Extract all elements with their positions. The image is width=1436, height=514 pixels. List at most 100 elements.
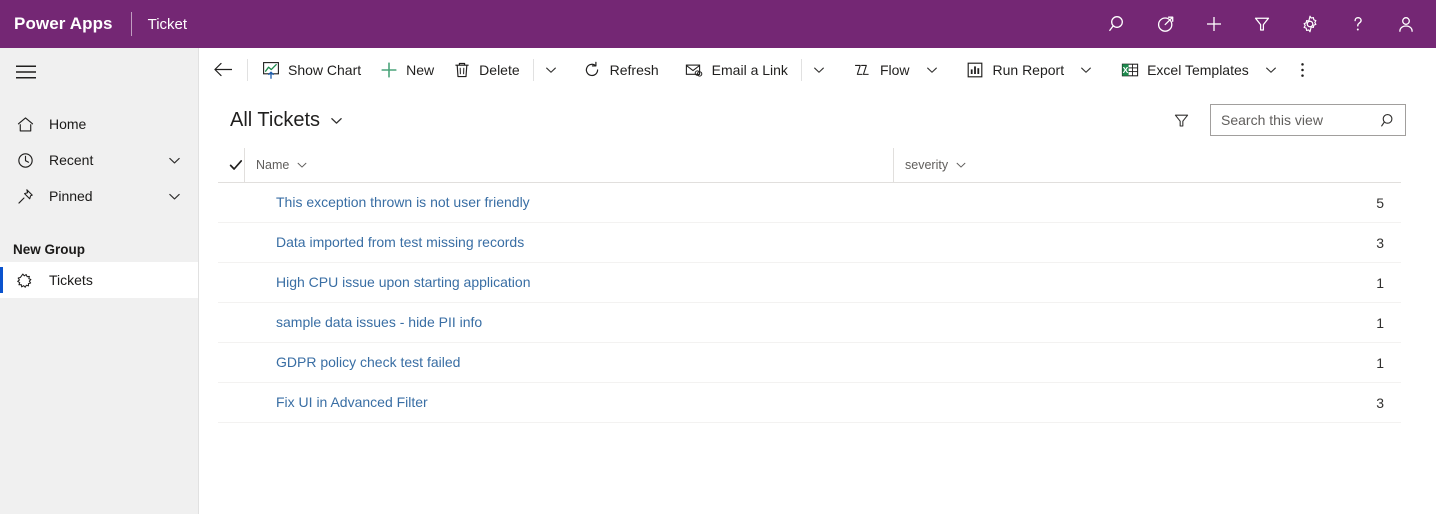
sidebar-item-recent[interactable]: Recent [0,142,198,178]
grid-header-row: Name severity [218,147,1401,183]
show-chart-button[interactable]: Show Chart [252,50,370,90]
chevron-down-icon [955,159,967,171]
view-selector[interactable]: All Tickets [230,103,348,137]
table-row[interactable]: Fix UI in Advanced Filter 3 [218,383,1401,423]
clock-icon [14,149,36,171]
sidebar-item-label: Pinned [49,188,93,204]
top-header-actions [1094,0,1436,48]
page-title: All Tickets [230,108,321,131]
trash-icon [452,60,471,79]
record-link[interactable]: sample data issues - hide PII info [276,314,482,330]
show-chart-label: Show Chart [288,61,362,78]
plus-icon[interactable] [1190,0,1238,48]
cell-name: High CPU issue upon starting application [244,274,893,292]
run-report-button[interactable]: Run Report [957,50,1074,90]
chevron-down-icon[interactable] [167,153,182,168]
search-icon[interactable] [1379,112,1397,129]
column-header-severity[interactable]: severity [893,147,1401,183]
refresh-button[interactable]: Refresh [574,50,668,90]
search-icon[interactable] [1094,0,1142,48]
hamburger-icon[interactable] [2,48,50,96]
refresh-icon [583,60,602,79]
powerapps-brand[interactable]: Power Apps [0,14,113,34]
command-divider [800,58,802,81]
table-row[interactable]: Data imported from test missing records 3 [218,223,1401,263]
column-header-name[interactable]: Name [244,147,893,183]
show-chart-icon [261,60,280,79]
record-link[interactable]: Data imported from test missing records [276,234,524,250]
more-commands-button[interactable] [1288,50,1318,90]
flow-chevron-down-icon[interactable] [919,50,945,90]
table-row[interactable]: This exception thrown is not user friend… [218,183,1401,223]
app-root: Power Apps Ticket Home Recent Pinned New… [0,0,1436,514]
email-a-link-chevron-down-icon[interactable] [806,50,832,90]
record-link[interactable]: Fix UI in Advanced Filter [276,394,428,410]
report-icon [966,60,985,79]
column-header-label: Name [256,158,290,172]
search-box[interactable] [1210,104,1406,136]
excel-templates-button[interactable]: X Excel Templates [1111,50,1258,90]
search-input[interactable] [1221,106,1379,134]
pin-icon [14,185,36,207]
svg-text:X: X [1122,65,1128,75]
delete-button[interactable]: Delete [443,50,528,90]
table-row[interactable]: sample data issues - hide PII info 1 [218,303,1401,343]
cell-severity: 3 [1376,394,1384,411]
app-title[interactable]: Ticket [148,16,187,33]
cell-name: sample data issues - hide PII info [244,314,893,332]
cell-severity: 1 [1376,274,1384,291]
flow-button[interactable]: Flow [844,50,919,90]
chevron-down-icon[interactable] [167,189,182,204]
filter-icon[interactable] [1165,104,1197,136]
excel-templates-label: Excel Templates [1147,61,1249,78]
sidebar-item-label: Home [49,116,87,132]
filter-icon[interactable] [1238,0,1286,48]
select-all-checkbox[interactable] [218,158,244,172]
excel-templates-chevron-down-icon[interactable] [1258,50,1284,90]
flow-label: Flow [879,61,910,78]
record-link[interactable]: High CPU issue upon starting application [276,274,530,290]
delete-label: Delete [479,61,520,78]
account-icon[interactable] [1382,0,1430,48]
home-icon [14,113,36,135]
record-link[interactable]: GDPR policy check test failed [276,354,460,370]
email-link-icon [685,60,704,79]
sidebar-item-home[interactable]: Home [0,106,198,142]
table-row[interactable]: High CPU issue upon starting application… [218,263,1401,303]
view-header: All Tickets [199,92,1436,148]
cell-severity: 1 [1376,314,1384,331]
run-report-chevron-down-icon[interactable] [1073,50,1099,90]
plus-green-icon [379,60,398,79]
excel-icon: X [1120,60,1139,79]
delete-chevron-down-icon[interactable] [538,50,564,90]
sidebar-item-pinned[interactable]: Pinned [0,178,198,214]
gear-icon[interactable] [1286,0,1334,48]
chevron-down-icon [329,113,344,128]
back-button[interactable] [203,48,243,92]
table-row[interactable]: GDPR policy check test failed 1 [218,343,1401,383]
sidebar-group-title: New Group [13,241,86,257]
cell-severity: 3 [1376,234,1384,251]
help-icon[interactable] [1334,0,1382,48]
entity-icon [14,269,36,291]
cell-name: Fix UI in Advanced Filter [244,394,893,412]
new-button[interactable]: New [370,50,443,90]
records-grid: Name severity This exception thrown is n… [218,147,1401,423]
brand-divider [130,12,132,36]
sidebar-item-label: Tickets [49,272,93,288]
sidebar-item-label: Recent [49,152,94,168]
diagnostics-icon[interactable] [1142,0,1190,48]
run-report-label: Run Report [992,61,1065,78]
record-link[interactable]: This exception thrown is not user friend… [276,194,530,210]
cell-name: GDPR policy check test failed [244,354,893,372]
email-a-link-button[interactable]: Email a Link [676,50,797,90]
email-a-link-label: Email a Link [711,61,788,78]
refresh-label: Refresh [609,61,659,78]
cell-severity: 1 [1376,354,1384,371]
new-label: New [406,61,435,78]
cell-name: Data imported from test missing records [244,234,893,252]
sidebar-item-tickets[interactable]: Tickets [0,262,198,298]
cell-name: This exception thrown is not user friend… [244,194,893,212]
grid-body: This exception thrown is not user friend… [218,183,1401,423]
